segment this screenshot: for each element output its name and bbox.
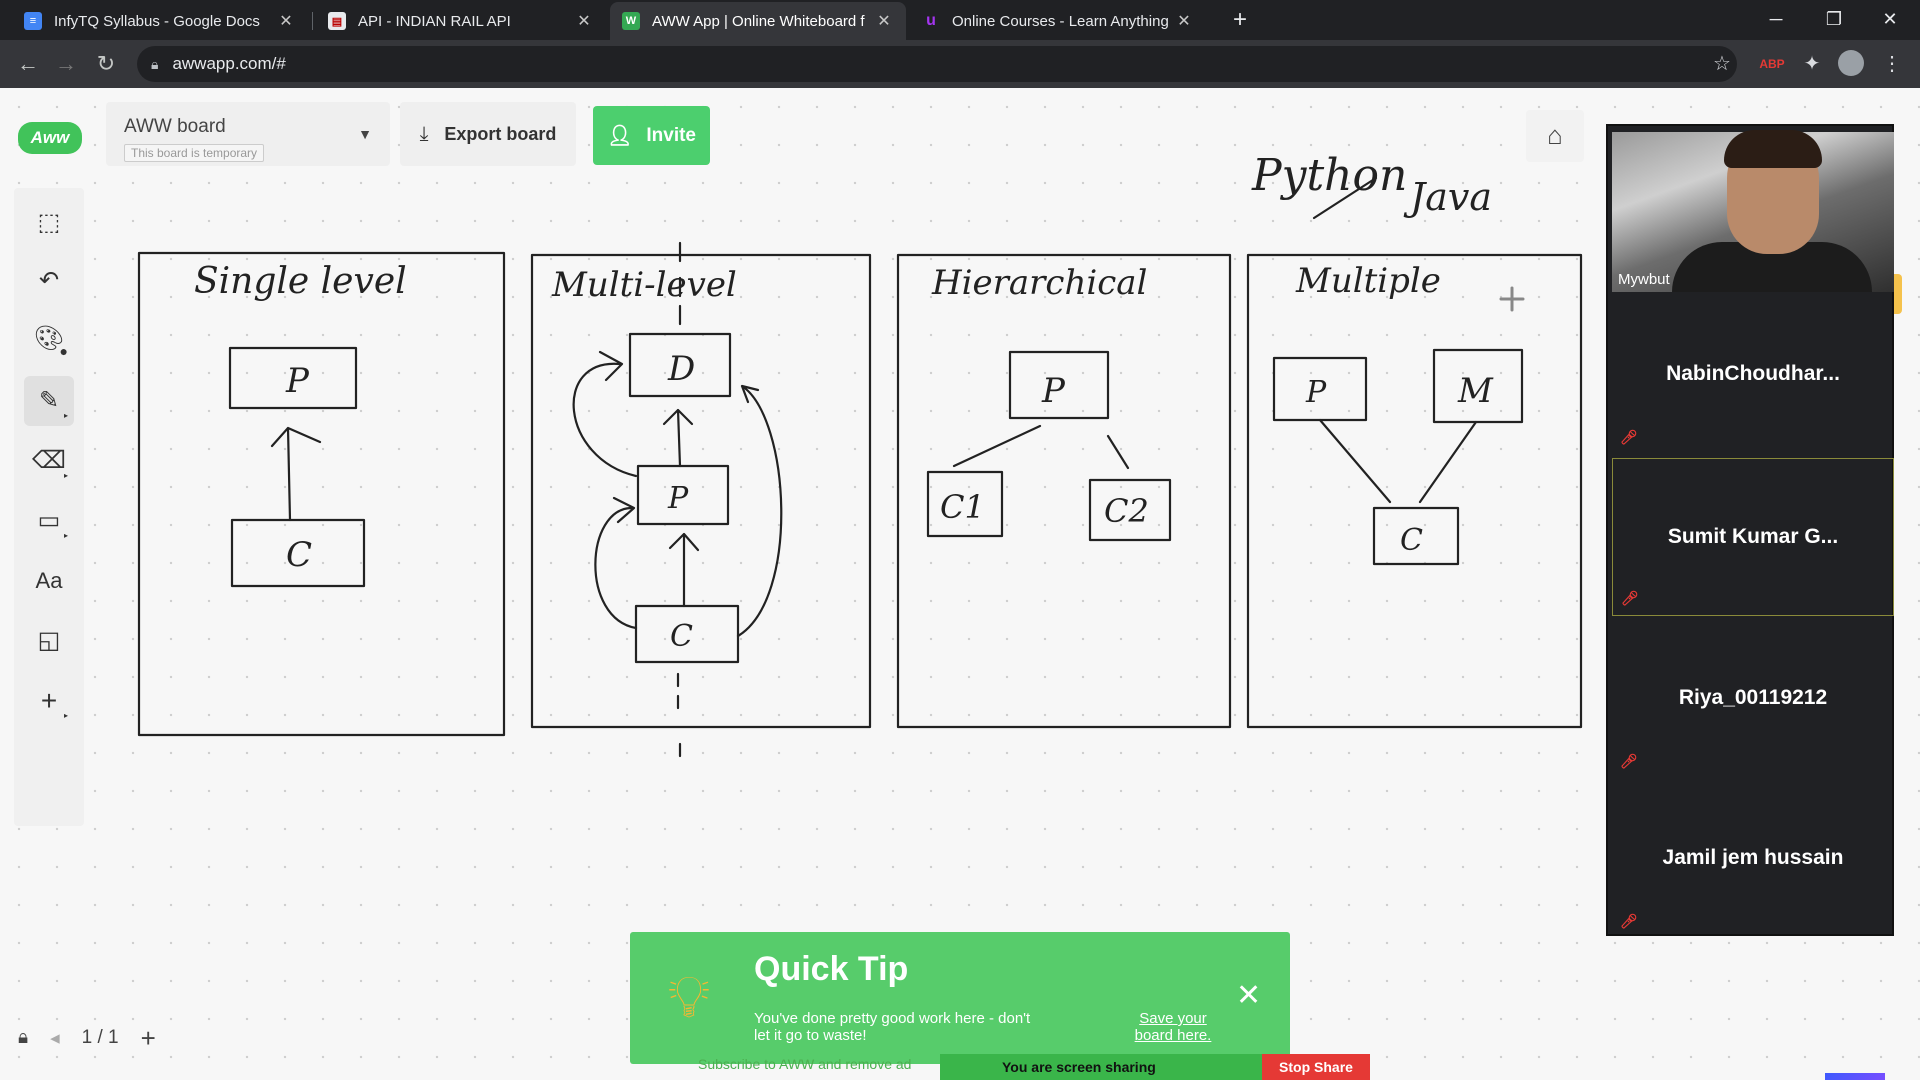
docs-favicon-icon: ≡ bbox=[24, 12, 42, 30]
box-label: P bbox=[285, 361, 310, 401]
arrow bbox=[270, 426, 322, 522]
participant-tile[interactable]: Jamil jem hussain 🎤︎ bbox=[1612, 780, 1894, 938]
previous-page-icon[interactable]: ◂ bbox=[50, 1027, 60, 1050]
new-tab-button[interactable]: + bbox=[1223, 4, 1257, 38]
dashed-line bbox=[676, 672, 682, 762]
screen-share-status: You are screen sharing bbox=[1002, 1059, 1156, 1075]
participant-name: NabinChoudhar... bbox=[1666, 362, 1840, 385]
mic-muted-icon: 🎤︎ bbox=[1620, 753, 1638, 769]
participant-name: Riya_00119212 bbox=[1678, 686, 1828, 709]
box-label: C bbox=[670, 619, 693, 654]
back-button[interactable]: ← bbox=[12, 48, 44, 80]
aww-favicon-icon: W bbox=[622, 12, 640, 30]
arrow bbox=[668, 532, 700, 608]
note-java: Java bbox=[1403, 175, 1492, 219]
lightbulb-icon: 💡︎ bbox=[668, 963, 710, 1030]
panel-frame bbox=[1246, 253, 1583, 729]
participants-panel: Mywbut NabinChoudhar... 🎤︎ Sumit Kumar G… bbox=[1606, 124, 1894, 936]
browser-toolbar: ← → ↻ 🔒︎ awwapp.com/# ☆ ABP ✦ ⋮ bbox=[0, 40, 1920, 88]
whiteboard-app[interactable]: Aww AWW board This board is temporary ▼ … bbox=[0, 88, 1920, 1080]
close-tab-icon[interactable]: ✕ bbox=[574, 11, 594, 31]
box-label: P bbox=[667, 481, 689, 516]
panel-title: Single level bbox=[194, 261, 407, 302]
box-label: M bbox=[1457, 371, 1494, 411]
extensions-puzzle-icon[interactable]: ✦ bbox=[1798, 50, 1826, 78]
close-tab-icon[interactable]: ✕ bbox=[874, 11, 894, 31]
forward-button[interactable]: → bbox=[50, 48, 82, 80]
page-controls: 🔒︎ ◂ 1 / 1 + bbox=[18, 1016, 178, 1060]
connector bbox=[1318, 418, 1478, 504]
panel-toggle-tab[interactable] bbox=[1894, 274, 1902, 314]
screen-share-bar: You are screen sharing Stop Share bbox=[940, 1054, 1370, 1080]
participant-tile[interactable]: Riya_00119212 🎤︎ bbox=[1612, 620, 1894, 778]
reload-button[interactable]: ↻ bbox=[90, 48, 122, 80]
mic-muted-icon: 🎤︎ bbox=[1621, 590, 1639, 606]
mic-muted-icon: 🎤︎ bbox=[1620, 429, 1638, 445]
box-label: C bbox=[1400, 523, 1423, 558]
participant-name: Sumit Kumar G... bbox=[1667, 525, 1839, 548]
tab-title: API - INDIAN RAIL API bbox=[358, 12, 511, 30]
close-tab-icon[interactable]: ✕ bbox=[1174, 11, 1194, 31]
mic-muted-icon: 🎤︎ bbox=[1620, 913, 1638, 929]
stop-share-button[interactable]: Stop Share bbox=[1262, 1054, 1370, 1080]
close-window-button[interactable]: ✕ bbox=[1862, 0, 1918, 40]
tab-indian-rail-api[interactable]: ▤ API - INDIAN RAIL API ✕ bbox=[316, 2, 606, 40]
tab-title: Online Courses - Learn Anything bbox=[952, 12, 1169, 30]
tab-title: InfyTQ Syllabus - Google Docs bbox=[54, 12, 260, 30]
minimize-button[interactable]: ─ bbox=[1748, 0, 1804, 40]
quick-tip-message: You've done pretty good work here - don'… bbox=[754, 1010, 1031, 1044]
panel-frame bbox=[137, 251, 506, 737]
restore-button[interactable]: ❐ bbox=[1806, 0, 1862, 40]
page-favicon-icon: ▤ bbox=[328, 12, 346, 30]
box-label: C bbox=[286, 535, 312, 575]
browser-tab-bar: ≡ InfyTQ Syllabus - Google Docs ✕ ▤ API … bbox=[0, 0, 1920, 40]
curved-arrow bbox=[736, 384, 783, 638]
box-label: C1 bbox=[940, 488, 985, 526]
tab-aww-app[interactable]: W AWW App | Online Whiteboard f ✕ bbox=[610, 2, 906, 40]
lock-icon: 🔒︎ bbox=[151, 55, 159, 72]
connector bbox=[952, 424, 1130, 470]
participant-thumbnail[interactable] bbox=[1825, 1073, 1885, 1080]
box-label: C2 bbox=[1104, 492, 1149, 530]
arrow bbox=[662, 408, 694, 468]
participant-name: Jamil jem hussain bbox=[1662, 846, 1844, 869]
tab-online-courses[interactable]: u Online Courses - Learn Anything ✕ bbox=[910, 2, 1206, 40]
lock-board-icon[interactable]: 🔒︎ bbox=[18, 1027, 28, 1049]
close-icon[interactable]: ✕ bbox=[1236, 978, 1261, 1013]
panel-frame bbox=[530, 253, 872, 729]
browser-menu-icon[interactable]: ⋮ bbox=[1878, 50, 1906, 78]
box-label: D bbox=[667, 349, 695, 389]
quick-tip-title: Quick Tip bbox=[754, 950, 909, 988]
url-text: awwapp.com/# bbox=[172, 54, 286, 73]
panel-title: Multiple bbox=[1295, 261, 1441, 301]
tab-title: AWW App | Online Whiteboard f bbox=[652, 12, 865, 30]
page-indicator: 1 / 1 bbox=[81, 1027, 119, 1048]
box-label: P bbox=[1305, 375, 1327, 410]
profile-avatar[interactable] bbox=[1838, 50, 1864, 76]
box-label: P bbox=[1041, 371, 1066, 411]
whiteboard-canvas[interactable]: Python Java Single level P C Multi-level… bbox=[0, 88, 1600, 908]
video-feed[interactable]: Mywbut bbox=[1612, 130, 1894, 292]
tab-infytq[interactable]: ≡ InfyTQ Syllabus - Google Docs ✕ bbox=[12, 2, 308, 40]
curved-arrow bbox=[572, 350, 638, 478]
note-python: Python bbox=[1251, 150, 1407, 201]
subscribe-banner[interactable]: Subscribe to AWW and remove ad bbox=[698, 1056, 911, 1072]
plus-cursor-icon bbox=[1499, 286, 1525, 312]
bookmark-star-icon[interactable]: ☆ bbox=[1708, 50, 1736, 78]
adblock-extension-icon[interactable]: ABP bbox=[1758, 50, 1786, 78]
address-bar[interactable]: 🔒︎ awwapp.com/# bbox=[137, 46, 1737, 82]
close-tab-icon[interactable]: ✕ bbox=[276, 11, 296, 31]
panel-title: Hierarchical bbox=[931, 263, 1147, 303]
participant-tile[interactable]: NabinChoudhar... 🎤︎ bbox=[1612, 296, 1894, 454]
save-board-link[interactable]: Save your board here. bbox=[1118, 1010, 1228, 1044]
video-name-label: Mywbut bbox=[1618, 271, 1670, 288]
add-page-button[interactable]: + bbox=[141, 1023, 156, 1054]
panel-title: Multi-level bbox=[551, 265, 737, 305]
quick-tip-popup: 💡︎ Quick Tip You've done pretty good wor… bbox=[630, 932, 1290, 1064]
participant-tile[interactable]: Sumit Kumar G... 🎤︎ bbox=[1612, 458, 1894, 616]
curved-arrow bbox=[594, 496, 638, 630]
udemy-favicon-icon: u bbox=[926, 12, 936, 29]
